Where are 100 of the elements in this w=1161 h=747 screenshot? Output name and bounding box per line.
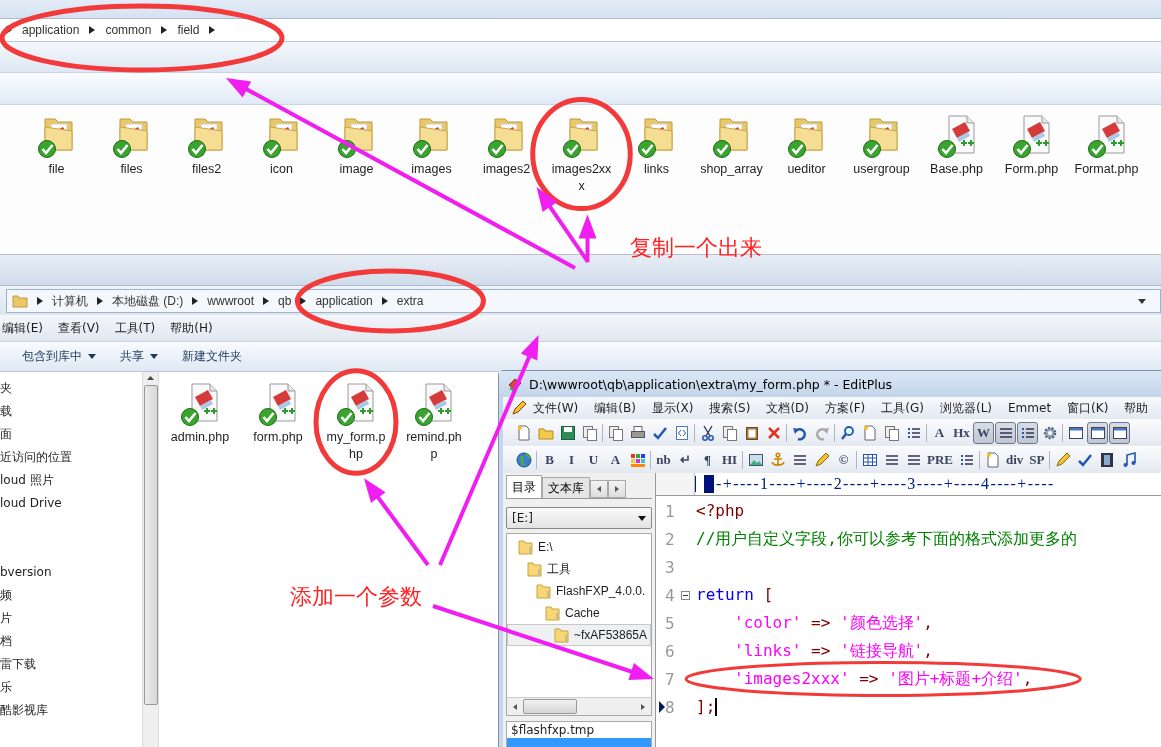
breadcrumb-item[interactable]: 计算机	[52, 292, 88, 310]
arrow-icon[interactable]	[641, 703, 645, 710]
dropdown-arrow-icon[interactable]	[1138, 298, 1146, 304]
nav-item[interactable]: 面	[0, 423, 142, 446]
menu-item[interactable]: 工具(G)	[875, 399, 930, 417]
toolbar-button[interactable]: Hx	[951, 422, 972, 444]
file-item[interactable]: remind.php	[402, 381, 466, 463]
file-item[interactable]: ueditor	[769, 113, 844, 178]
tree-item[interactable]: E:\	[507, 536, 651, 558]
toolbar-button[interactable]: SP	[1026, 449, 1048, 471]
file-item[interactable]: images2xxx	[544, 113, 619, 195]
nav-item[interactable]: 频	[0, 584, 142, 607]
menu-item[interactable]: 文件(W)	[527, 399, 585, 417]
menu-item[interactable]: 方案(F)	[819, 399, 872, 417]
toolbar-button[interactable]	[513, 449, 534, 471]
nav-item[interactable]: 酷影视库	[0, 699, 142, 722]
toolbar-button[interactable]	[1109, 422, 1130, 444]
file-item[interactable]: files2	[169, 113, 244, 178]
address-bar[interactable]: 计算机 本地磁盘 (D:) wwwroot qb application extra	[6, 289, 1161, 313]
collapse-icon[interactable]	[681, 590, 690, 600]
code-editor[interactable]: -+----1----+----2----+----3----+----4----+---- 1 <?php 2 //用户自定义字段,你可以参考下面的格式添加更多的 3 4 return [ 5 'color' => '颜色选择', 6 'links' => '链接导航', 7 'images2xxx' => '图片+标题+介绍', 8 ];	[656, 473, 1161, 747]
file-item[interactable]: admin.php	[168, 381, 232, 446]
command-button[interactable]: 包含到库中	[14, 345, 104, 368]
nav-item[interactable]: 乐	[0, 676, 142, 699]
breadcrumb-item[interactable]: 本地磁盘 (D:)	[112, 292, 184, 310]
scrollbar[interactable]	[507, 697, 651, 715]
breadcrumb-item[interactable]: wwwroot	[207, 294, 254, 308]
toolbar-button[interactable]: PRE	[925, 449, 955, 471]
breadcrumb-item[interactable]: qb	[278, 294, 292, 308]
file-item[interactable]: shop_array	[694, 113, 769, 178]
tree-item[interactable]: ~fxAF53865A	[507, 624, 651, 646]
toolbar-button[interactable]: U	[583, 449, 604, 471]
command-button[interactable]: 共享	[112, 345, 166, 368]
menu-item[interactable]: Emmet	[1002, 401, 1058, 415]
toolbar-button[interactable]: I	[561, 449, 582, 471]
menu-item[interactable]: 窗口(K)	[1061, 399, 1115, 417]
file-item[interactable]: my_form.php	[324, 381, 388, 463]
file-item[interactable]: images	[394, 113, 469, 178]
toolbar-button[interactable]	[1087, 422, 1108, 444]
file-item[interactable]: form.php	[246, 381, 310, 446]
file-item[interactable]: Base.php	[919, 113, 994, 178]
menu-item[interactable]: 编辑(B)	[588, 399, 642, 417]
breadcrumb-item[interactable]: application	[22, 23, 80, 37]
panel-tab[interactable]: 目录	[506, 475, 542, 498]
arrow-icon[interactable]	[513, 703, 517, 710]
menu-item[interactable]: 查看(V)	[55, 319, 109, 337]
file-item[interactable]: links	[619, 113, 694, 178]
scroll-up-icon[interactable]	[147, 376, 154, 380]
file-item[interactable]: usergroup	[844, 113, 919, 178]
scroll-thumb[interactable]	[523, 699, 577, 714]
toolbar-button[interactable]: W	[973, 422, 994, 444]
breadcrumb-item[interactable]: common	[105, 23, 152, 37]
nav-item[interactable]: 夹	[0, 377, 142, 400]
menu-item[interactable]: 文档(D)	[760, 399, 816, 417]
tree-item[interactable]: 工具	[507, 558, 651, 580]
nav-item[interactable]: 片	[0, 607, 142, 630]
nav-item[interactable]: loud 照片	[0, 469, 142, 492]
scroll-button[interactable]	[590, 480, 608, 498]
toolbar-button[interactable]: ↵	[675, 449, 696, 471]
menu-item[interactable]: 帮助(H)	[168, 319, 222, 337]
nav-item[interactable]: 近访问的位置	[0, 446, 142, 469]
file-item[interactable]: icon	[244, 113, 319, 178]
toolbar-button[interactable]: A	[605, 449, 626, 471]
file-item[interactable]: images2	[469, 113, 544, 178]
command-button[interactable]: 新建文件夹	[174, 345, 250, 368]
menu-item[interactable]: 浏览器(L)	[933, 399, 999, 417]
nav-item[interactable]: bversion	[0, 561, 142, 584]
toolbar-button[interactable]: ¶	[697, 449, 718, 471]
file-item[interactable]: file	[19, 113, 94, 178]
scroll-thumb[interactable]	[143, 385, 158, 705]
toolbar-button[interactable]: nb	[653, 449, 674, 471]
toolbar-button[interactable]: ©	[833, 449, 854, 471]
menu-item[interactable]: 搜索(S)	[703, 399, 757, 417]
file-list-item[interactable]: $flashfxp.tmp	[507, 722, 651, 738]
file-item[interactable]: Form.php	[994, 113, 1069, 178]
menu-item[interactable]: 工具(T)	[112, 319, 165, 337]
file-item[interactable]: Format.php	[1069, 113, 1144, 178]
menu-item[interactable]: 编辑(E)	[0, 319, 52, 337]
scrollbar[interactable]	[142, 372, 159, 747]
menu-item[interactable]: 显示(X)	[645, 399, 700, 417]
toolbar-button[interactable]: B	[539, 449, 560, 471]
nav-item[interactable]: 雷下载	[0, 653, 142, 676]
tree-item[interactable]: FlashFXP_4.0.0.	[507, 580, 651, 602]
breadcrumb-item[interactable]: extra	[396, 294, 424, 308]
file-item[interactable]: files	[94, 113, 169, 178]
panel-tab[interactable]: 文本库	[542, 477, 590, 498]
tree-item[interactable]: Cache	[507, 602, 651, 624]
scroll-button[interactable]	[608, 480, 626, 498]
menu-item[interactable]: 帮助	[1118, 399, 1155, 417]
nav-item[interactable]: loud Drive	[0, 492, 142, 515]
nav-item[interactable]: 档	[0, 630, 142, 653]
breadcrumb-item[interactable]: application	[315, 294, 373, 308]
breadcrumb-item[interactable]: field	[177, 23, 200, 37]
toolbar-button[interactable]: HI	[719, 449, 740, 471]
nav-item[interactable]: 载	[0, 400, 142, 423]
toolbar-button[interactable]: A	[929, 422, 950, 444]
toolbar-button[interactable]: div	[1004, 449, 1026, 471]
toolbar-button[interactable]	[1017, 422, 1038, 444]
drive-dropdown[interactable]: [E:]	[506, 507, 652, 529]
toolbar-button[interactable]	[995, 422, 1016, 444]
